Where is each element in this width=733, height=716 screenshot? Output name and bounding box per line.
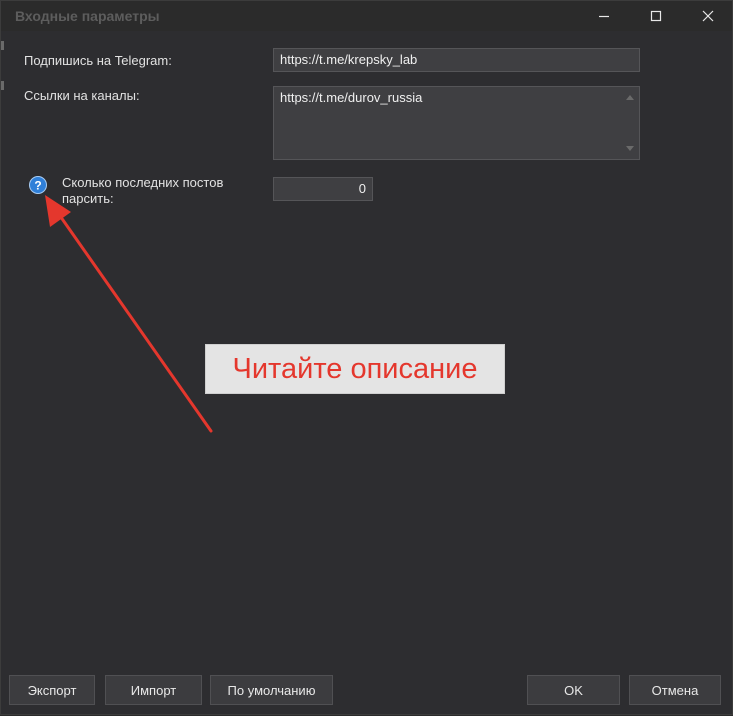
channels-label: Ссылки на каналы: (24, 88, 140, 103)
question-circle-icon[interactable]: ? (29, 176, 47, 194)
close-icon (702, 10, 714, 22)
channels-textarea-value: https://t.me/durov_russia (280, 90, 423, 105)
telegram-input-value: https://t.me/krepsky_lab (280, 52, 418, 67)
form-panel: Подпишись на Telegram: https://t.me/krep… (9, 31, 724, 671)
channels-scrollbar[interactable] (622, 88, 638, 158)
export-button[interactable]: Экспорт (9, 675, 95, 705)
maximize-icon (650, 10, 662, 22)
import-button[interactable]: Импорт (105, 675, 202, 705)
posts-count-input[interactable]: 0 (273, 177, 373, 201)
left-edge-mark (1, 81, 4, 90)
posts-count-value: 0 (358, 181, 366, 196)
defaults-button[interactable]: По умолчанию (210, 675, 333, 705)
ok-button[interactable]: OK (527, 675, 620, 705)
minimize-icon (599, 15, 609, 18)
close-button[interactable] (683, 1, 733, 31)
title-bar[interactable]: Входные параметры (1, 1, 732, 31)
callout-text: Читайте описание (232, 352, 478, 385)
cancel-button[interactable]: Отмена (629, 675, 721, 705)
channels-textarea[interactable]: https://t.me/durov_russia (273, 86, 640, 160)
window-title: Входные параметры (15, 8, 160, 24)
scroll-down-icon[interactable] (626, 146, 634, 151)
telegram-input[interactable]: https://t.me/krepsky_lab (273, 48, 640, 72)
input-parameters-window: Входные параметры Подпишись на Telegram:… (0, 0, 733, 715)
minimize-button[interactable] (579, 1, 629, 31)
posts-count-label-line2: парсить: (62, 191, 114, 206)
maximize-button[interactable] (631, 1, 681, 31)
scroll-up-icon[interactable] (626, 95, 634, 100)
telegram-label: Подпишись на Telegram: (24, 53, 172, 68)
left-edge-mark (1, 41, 4, 50)
posts-count-label-line1: Сколько последних постов (62, 175, 224, 190)
annotation-callout: Читайте описание (205, 344, 505, 394)
svg-text:?: ? (34, 179, 41, 193)
